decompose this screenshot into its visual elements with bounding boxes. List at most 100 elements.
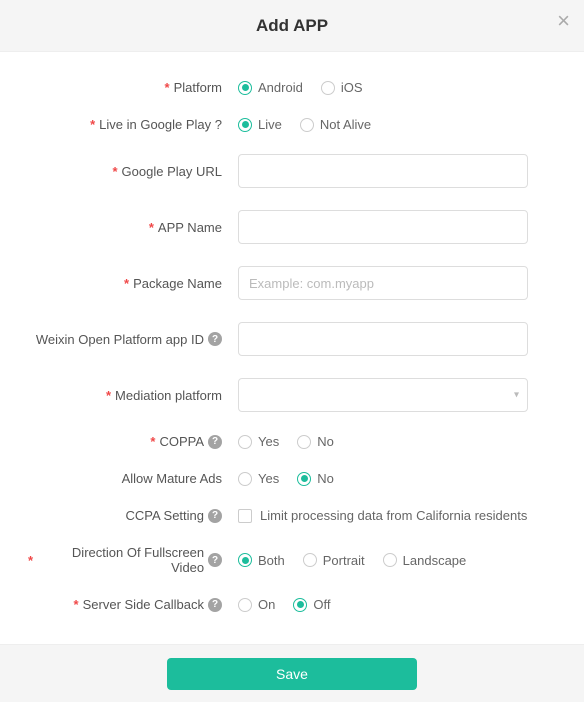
radio-android[interactable]: Android bbox=[238, 80, 303, 95]
radio-label: No bbox=[317, 434, 334, 449]
label-package-name: * Package Name bbox=[28, 276, 238, 291]
field-platform: Android iOS bbox=[238, 80, 556, 95]
field-package-name bbox=[238, 266, 556, 300]
save-button[interactable]: Save bbox=[167, 658, 417, 690]
label-text: Google Play URL bbox=[122, 164, 222, 179]
package-name-input[interactable] bbox=[238, 266, 528, 300]
field-callback: On Off bbox=[238, 597, 556, 612]
label-text: Server Side Callback bbox=[83, 597, 204, 612]
radio-mature-yes[interactable]: Yes bbox=[238, 471, 279, 486]
label-text: Mediation platform bbox=[115, 388, 222, 403]
radio-icon bbox=[238, 472, 252, 486]
label-text: Platform bbox=[174, 80, 222, 95]
label-ccpa: CCPA Setting ? bbox=[28, 508, 238, 523]
modal-title: Add APP bbox=[256, 16, 328, 36]
label-text: APP Name bbox=[158, 220, 222, 235]
label-callback: * Server Side Callback ? bbox=[28, 597, 238, 612]
radio-dir-landscape[interactable]: Landscape bbox=[383, 553, 467, 568]
radio-label: No bbox=[317, 471, 334, 486]
row-package-name: * Package Name bbox=[28, 266, 556, 300]
label-weixin-id: Weixin Open Platform app ID ? bbox=[28, 332, 238, 347]
field-ccpa: Limit processing data from California re… bbox=[238, 508, 556, 523]
label-text: Package Name bbox=[133, 276, 222, 291]
label-text: Live in Google Play ? bbox=[99, 117, 222, 132]
radio-icon bbox=[238, 553, 252, 567]
label-text: CCPA Setting bbox=[125, 508, 204, 523]
required-mark: * bbox=[90, 117, 95, 132]
help-icon[interactable]: ? bbox=[208, 332, 222, 346]
radio-label: Both bbox=[258, 553, 285, 568]
required-mark: * bbox=[150, 434, 155, 449]
help-icon[interactable]: ? bbox=[208, 553, 222, 567]
weixin-id-input[interactable] bbox=[238, 322, 528, 356]
checkbox-icon bbox=[238, 509, 252, 523]
checkbox-label: Limit processing data from California re… bbox=[260, 508, 527, 523]
radio-icon bbox=[238, 81, 252, 95]
row-app-name: * APP Name bbox=[28, 210, 556, 244]
radio-icon bbox=[293, 598, 307, 612]
checkbox-ccpa[interactable]: Limit processing data from California re… bbox=[238, 508, 527, 523]
radio-icon bbox=[297, 472, 311, 486]
label-app-name: * APP Name bbox=[28, 220, 238, 235]
label-text: Weixin Open Platform app ID bbox=[36, 332, 204, 347]
help-icon[interactable]: ? bbox=[208, 509, 222, 523]
label-google-url: * Google Play URL bbox=[28, 164, 238, 179]
radio-icon bbox=[238, 118, 252, 132]
label-mediation: * Mediation platform bbox=[28, 388, 238, 403]
row-weixin-id: Weixin Open Platform app ID ? bbox=[28, 322, 556, 356]
row-platform: * Platform Android iOS bbox=[28, 80, 556, 95]
radio-dir-both[interactable]: Both bbox=[238, 553, 285, 568]
radio-ios[interactable]: iOS bbox=[321, 80, 363, 95]
google-play-url-input[interactable] bbox=[238, 154, 528, 188]
required-mark: * bbox=[149, 220, 154, 235]
label-platform: * Platform bbox=[28, 80, 238, 95]
radio-label: Android bbox=[258, 80, 303, 95]
radio-coppa-yes[interactable]: Yes bbox=[238, 434, 279, 449]
field-mediation: ▾ bbox=[238, 378, 556, 412]
label-mature-ads: Allow Mature Ads bbox=[28, 471, 238, 486]
radio-label: Portrait bbox=[323, 553, 365, 568]
radio-not-alive[interactable]: Not Alive bbox=[300, 117, 371, 132]
label-live-google: * Live in Google Play ? bbox=[28, 117, 238, 132]
radio-label: Yes bbox=[258, 434, 279, 449]
row-mediation: * Mediation platform ▾ bbox=[28, 378, 556, 412]
field-app-name bbox=[238, 210, 556, 244]
radio-mature-no[interactable]: No bbox=[297, 471, 334, 486]
help-icon[interactable]: ? bbox=[208, 598, 222, 612]
row-mature-ads: Allow Mature Ads Yes No bbox=[28, 471, 556, 486]
radio-label: Off bbox=[313, 597, 330, 612]
radio-icon bbox=[300, 118, 314, 132]
radio-callback-on[interactable]: On bbox=[238, 597, 275, 612]
radio-icon bbox=[297, 435, 311, 449]
row-direction: * Direction Of Fullscreen Video ? Both P… bbox=[28, 545, 556, 575]
chevron-down-icon: ▾ bbox=[514, 390, 519, 401]
modal-header: Add APP × bbox=[0, 0, 584, 52]
label-text: Direction Of Fullscreen Video bbox=[37, 545, 204, 575]
radio-label: Yes bbox=[258, 471, 279, 486]
radio-coppa-no[interactable]: No bbox=[297, 434, 334, 449]
radio-icon bbox=[303, 553, 317, 567]
radio-icon bbox=[383, 553, 397, 567]
mediation-select[interactable]: ▾ bbox=[238, 378, 528, 412]
row-coppa: * COPPA ? Yes No bbox=[28, 434, 556, 449]
row-callback: * Server Side Callback ? On Off bbox=[28, 597, 556, 612]
required-mark: * bbox=[74, 597, 79, 612]
field-google-url bbox=[238, 154, 556, 188]
radio-live[interactable]: Live bbox=[238, 117, 282, 132]
radio-label: iOS bbox=[341, 80, 363, 95]
label-text: Allow Mature Ads bbox=[122, 471, 222, 486]
radio-callback-off[interactable]: Off bbox=[293, 597, 330, 612]
required-mark: * bbox=[28, 553, 33, 568]
close-icon[interactable]: × bbox=[557, 10, 570, 32]
help-icon[interactable]: ? bbox=[208, 435, 222, 449]
field-coppa: Yes No bbox=[238, 434, 556, 449]
radio-dir-portrait[interactable]: Portrait bbox=[303, 553, 365, 568]
required-mark: * bbox=[106, 388, 111, 403]
radio-label: On bbox=[258, 597, 275, 612]
radio-label: Not Alive bbox=[320, 117, 371, 132]
field-weixin-id bbox=[238, 322, 556, 356]
required-mark: * bbox=[165, 80, 170, 95]
form-body: * Platform Android iOS * Live in Google … bbox=[0, 52, 584, 644]
app-name-input[interactable] bbox=[238, 210, 528, 244]
label-coppa: * COPPA ? bbox=[28, 434, 238, 449]
